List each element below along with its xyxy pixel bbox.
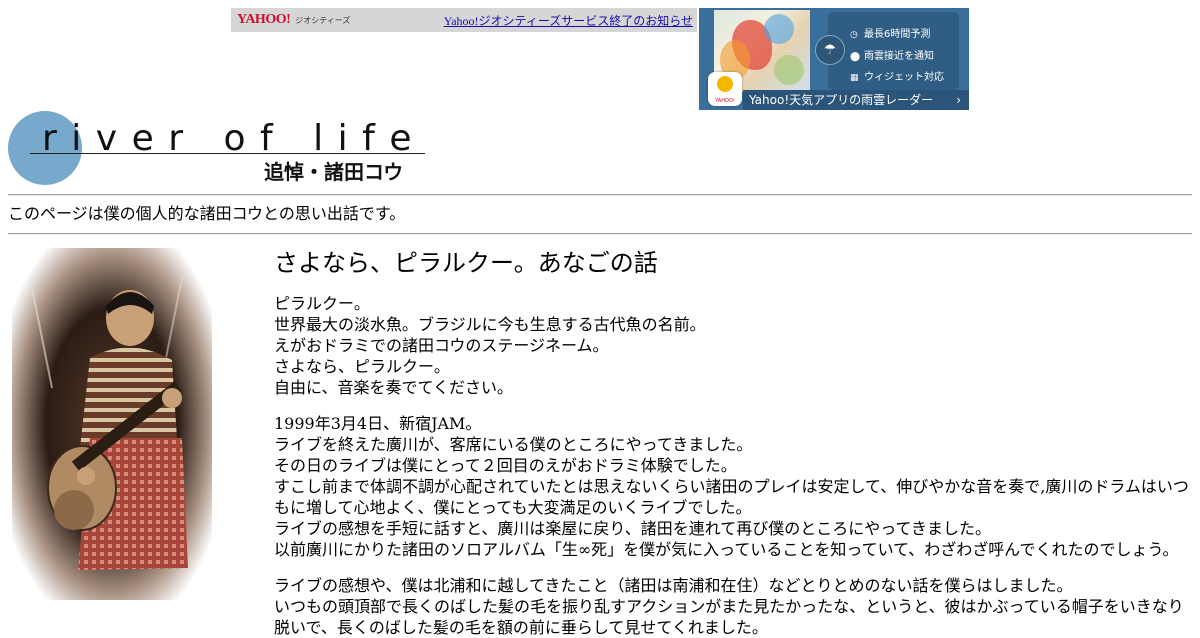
- text-line: えがおドラミでの諸田コウのステージネーム。: [274, 336, 609, 355]
- geocities-banner: YAHOO! ジオシティーズ Yahoo!ジオシティーズサービス終了のお知らせ: [231, 8, 697, 32]
- ad-feature-forecast: ◷ 最長6時間予測: [850, 29, 931, 40]
- text-line: さよなら、ピラルクー。: [274, 357, 450, 376]
- paragraph-pirarucu: ピラルクー。 世界最大の淡水魚。ブラジルに今も生息する古代魚の名前。 えがおドラ…: [274, 293, 1192, 398]
- text-line: ライブを終えた廣川が、客席にいる僕のところにやってきました。: [274, 435, 753, 454]
- ad-feature-widget: ▦ ウィジェット対応: [850, 72, 944, 83]
- rain-cloud-icon: ☂: [815, 35, 845, 65]
- location-pin-icon: ⬤: [850, 52, 861, 62]
- yahoo-logo-text: YAHOO!: [237, 12, 291, 27]
- widget-grid-icon: ▦: [850, 73, 859, 83]
- text-line: 1999年3月4日、新宿JAM。: [274, 414, 482, 433]
- site-logo: river of life 追悼・諸田コウ: [8, 111, 428, 186]
- weather-app-ad[interactable]: ◷ 最長6時間予測 ⬤ 雨雲接近を通知 ▦ ウィジェット対応 ☂ YAHOO! Yah…: [699, 8, 969, 110]
- sun-icon: [717, 76, 733, 92]
- paragraph-conversation: ライブの感想や、僕は北浦和に越してきたこと（諸田は南浦和在住）などとりとめのない…: [274, 575, 1192, 638]
- text-line: 以前廣川にかりた諸田のソロアルバム「生∞死」を僕が気に入っていることを知っていて…: [274, 540, 1179, 559]
- clock-icon: ◷: [850, 30, 858, 40]
- text-line: いつもの頭頂部で長くのばした髪の毛を振り乱すアクションがまた見たかったな、という…: [274, 597, 1184, 637]
- logo-subtitle: 追悼・諸田コウ: [264, 160, 404, 184]
- bassist-photo: [12, 248, 212, 600]
- article: さよなら、ピラルクー。あなごの話 ピラルクー。 世界最大の淡水魚。ブラジルに今も…: [274, 248, 1192, 638]
- article-title: さよなら、ピラルクー。あなごの話: [274, 249, 658, 277]
- divider-bottom: [8, 233, 1192, 235]
- logo-underline: [30, 153, 425, 154]
- text-line: 自由に、音楽を奏でてください。: [274, 378, 514, 397]
- divider-top: [8, 194, 1192, 196]
- chevron-right-icon: ›: [956, 93, 961, 107]
- intro-text: このページは僕の個人的な諸田コウとの思い出話です。: [8, 204, 406, 223]
- geocities-label: ジオシティーズ: [295, 16, 351, 25]
- ad-footer-bar[interactable]: Yahoo!天気アプリの雨雲レーダー ›: [743, 90, 969, 110]
- service-end-notice-link[interactable]: Yahoo!ジオシティーズサービス終了のお知らせ: [444, 12, 693, 29]
- text-line: ライブの感想や、僕は北浦和に越してきたこと（諸田は南浦和在住）などとりとめのない…: [274, 576, 1073, 595]
- paragraph-shinjuku-jam: 1999年3月4日、新宿JAM。 ライブを終えた廣川が、客席にいる僕のところにや…: [274, 413, 1192, 560]
- ad-feature-notify: ⬤ 雨雲接近を通知: [850, 51, 934, 62]
- text-line: 世界最大の淡水魚。ブラジルに今も生息する古代魚の名前。: [274, 315, 706, 334]
- weather-app-icon: YAHOO!: [708, 72, 742, 106]
- text-line: すこし前まで体調不調が心配されていたとは思えないくらい諸田のプレイは安定して、伸…: [274, 477, 1189, 517]
- ad-feature-box: ◷ 最長6時間予測 ⬤ 雨雲接近を通知 ▦ ウィジェット対応: [828, 12, 959, 90]
- text-line: ライブの感想を手短に話すと、廣川は楽屋に戻り、諸田を連れて再び僕のところにやって…: [274, 519, 991, 538]
- text-line: ピラルクー。: [274, 294, 370, 313]
- ad-footer-text: Yahoo!天気アプリの雨雲レーダー: [749, 93, 934, 107]
- yahoo-geocities-logo[interactable]: YAHOO! ジオシティーズ: [237, 12, 350, 28]
- text-line: その日のライブは僕にとって２回目のえがおドラミ体験でした。: [274, 456, 737, 475]
